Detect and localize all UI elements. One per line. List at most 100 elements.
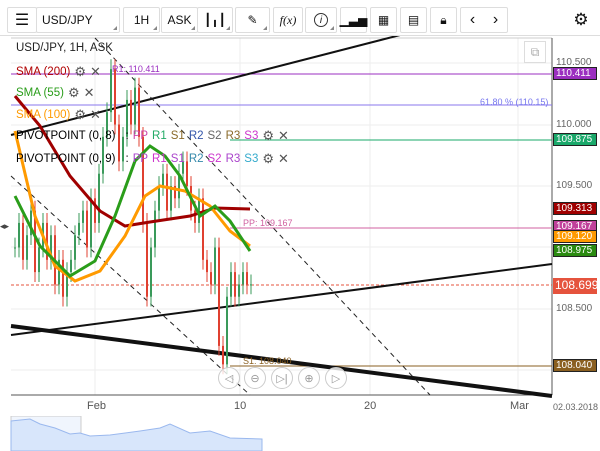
candle-body <box>230 272 232 297</box>
candle-body <box>154 210 156 248</box>
candle-body <box>162 173 164 186</box>
side-handle[interactable]: ◂▸ <box>0 221 9 235</box>
navigator[interactable] <box>0 416 600 451</box>
next-icon[interactable]: › <box>493 11 498 29</box>
calculator-button[interactable]: ▤ <box>400 7 427 33</box>
legend-pivot-9[interactable]: PIVOTPOINT (0, 9): PP R1 S1 R2 S2 R3 S3 ⚙ ✕ <box>16 151 289 167</box>
pivot-level-pp: PP <box>132 130 149 142</box>
candle-body <box>78 222 80 236</box>
fib-label: 61.80 % (110.15) <box>480 97 549 107</box>
scroll-right-button[interactable]: ▷ <box>325 367 347 389</box>
lock-icon: 🔒︎ <box>440 12 447 27</box>
pivot-level-r1: R1 <box>152 153 167 165</box>
pivot-level-r1: R1 <box>152 130 167 142</box>
candle-body <box>166 173 168 211</box>
zoom-out-button[interactable]: ⊖ <box>244 367 266 389</box>
pivot-label: PIVOTPOINT (0, 8) <box>16 130 116 142</box>
lock-button[interactable]: 🔒︎ <box>430 7 457 33</box>
close-icon[interactable]: ✕ <box>90 64 101 80</box>
price-tick: 109.500 <box>556 180 593 191</box>
calendar-icon: ▦ <box>377 13 390 27</box>
info-button[interactable]: i <box>305 7 337 33</box>
expand-button[interactable]: ⧉ <box>524 41 546 63</box>
volume-button[interactable]: ▁▃▅ <box>340 7 367 33</box>
close-icon[interactable]: ✕ <box>90 107 101 123</box>
zoom-in-icon: ⊕ <box>304 372 314 385</box>
pivot-level-r2: R2 <box>188 130 204 142</box>
candle-body <box>202 198 204 260</box>
candle-body <box>150 247 152 297</box>
x-tick: Mar <box>510 400 529 412</box>
prev-icon[interactable]: ‹ <box>470 11 475 29</box>
nav-group: ‹ › <box>460 7 508 33</box>
x-tick: 10 <box>234 400 247 412</box>
date-label: 02.03.2018 <box>553 402 599 412</box>
candle-body <box>214 247 216 285</box>
sma-200-label: SMA (200) <box>16 66 71 78</box>
pivot-level-s3: S3 <box>244 130 259 142</box>
menu-button[interactable]: ☰ <box>7 7 37 33</box>
price-label: 108.975 <box>553 243 597 257</box>
price-label: 108.699 <box>553 277 599 294</box>
legend-sma-200[interactable]: SMA (200) ⚙ ✕ <box>16 64 101 80</box>
candle-body <box>38 247 40 273</box>
candle-body <box>90 198 92 248</box>
candle-body <box>234 272 236 297</box>
triangle-right-icon: ▷ <box>331 372 341 385</box>
gear-icon[interactable]: ⚙ <box>68 85 80 101</box>
candle-body <box>134 87 136 125</box>
pivot-level-s2: S2 <box>207 153 222 165</box>
reset-button[interactable]: ▷| <box>271 367 293 389</box>
zoom-in-button[interactable]: ⊕ <box>298 367 320 389</box>
scroll-left-button[interactable]: ◁ <box>218 367 240 389</box>
settings-button[interactable]: ⚙ <box>566 7 596 33</box>
close-icon[interactable]: ✕ <box>278 128 289 144</box>
gear-icon[interactable]: ⚙ <box>262 151 274 167</box>
candle-body <box>226 296 228 365</box>
gear-icon[interactable]: ⚙ <box>74 64 86 80</box>
candle-body <box>14 247 16 249</box>
interval-value: 1H <box>133 13 150 27</box>
chart-type-button[interactable]: ┃╻┃ <box>197 7 233 33</box>
close-icon[interactable]: ✕ <box>278 151 289 167</box>
pivot-label: PIVOTPOINT (0, 9) <box>16 153 116 165</box>
s1-label: S1: 108.040 <box>243 356 292 366</box>
indicators-button[interactable]: f(x) <box>273 7 303 33</box>
draw-tool-button[interactable]: ✎ <box>235 7 270 33</box>
pivot-level-s3: S3 <box>244 153 259 165</box>
function-icon: f(x) <box>279 12 297 27</box>
candle-body <box>250 284 252 286</box>
price-label: 108.040 <box>553 358 597 372</box>
legend-pivot-8[interactable]: PIVOTPOINT (0, 8): PP R1 S1 R2 S2 R3 S3 ⚙ ✕ <box>16 128 289 144</box>
separator: : <box>125 153 129 165</box>
candle-body <box>82 210 84 223</box>
symbol-select[interactable]: USD/JPY <box>36 7 120 33</box>
sma-55-label: SMA (55) <box>16 87 64 99</box>
pencil-icon: ✎ <box>247 13 258 27</box>
price-type-select[interactable]: ASK <box>161 7 198 33</box>
legend-sma-100[interactable]: SMA (100) ⚙ ✕ <box>16 107 101 123</box>
candle-body <box>218 247 220 346</box>
interval-select[interactable]: 1H <box>123 7 160 33</box>
separator: : <box>125 130 129 142</box>
price-label: 109.120 <box>553 229 597 243</box>
pivot-level-s1: S1 <box>170 153 185 165</box>
calendar-button[interactable]: ▦ <box>370 7 397 33</box>
pivot-level-r3: R3 <box>225 130 241 142</box>
legend-sma-55[interactable]: SMA (55) ⚙ ✕ <box>16 85 95 101</box>
gear-icon[interactable]: ⚙ <box>262 128 274 144</box>
price-tick: 110.000 <box>556 119 592 130</box>
close-icon[interactable]: ✕ <box>84 85 95 101</box>
gear-icon[interactable]: ⚙ <box>74 107 86 123</box>
chart-area[interactable]: USD/JPY, 1H, ASK SMA (200) ⚙ ✕ R1: 110.411… <box>0 36 600 451</box>
candle-body <box>18 222 20 248</box>
toolbar: ☰ USD/JPY 1H ASK ┃╻┃ ✎ f(x) i ▁▃▅ ▦ ▤ 🔒︎… <box>0 0 600 36</box>
candle-body <box>70 259 72 273</box>
pivot-level-s1: S1 <box>170 130 185 142</box>
calculator-icon: ▤ <box>407 13 420 27</box>
candlestick-icon: ┃╻┃ <box>204 13 226 27</box>
price-label: 109.313 <box>553 202 597 215</box>
candle-body <box>22 222 24 260</box>
bar-chart-icon: ▁▃▅ <box>339 13 368 27</box>
x-tick: Feb <box>87 400 106 412</box>
